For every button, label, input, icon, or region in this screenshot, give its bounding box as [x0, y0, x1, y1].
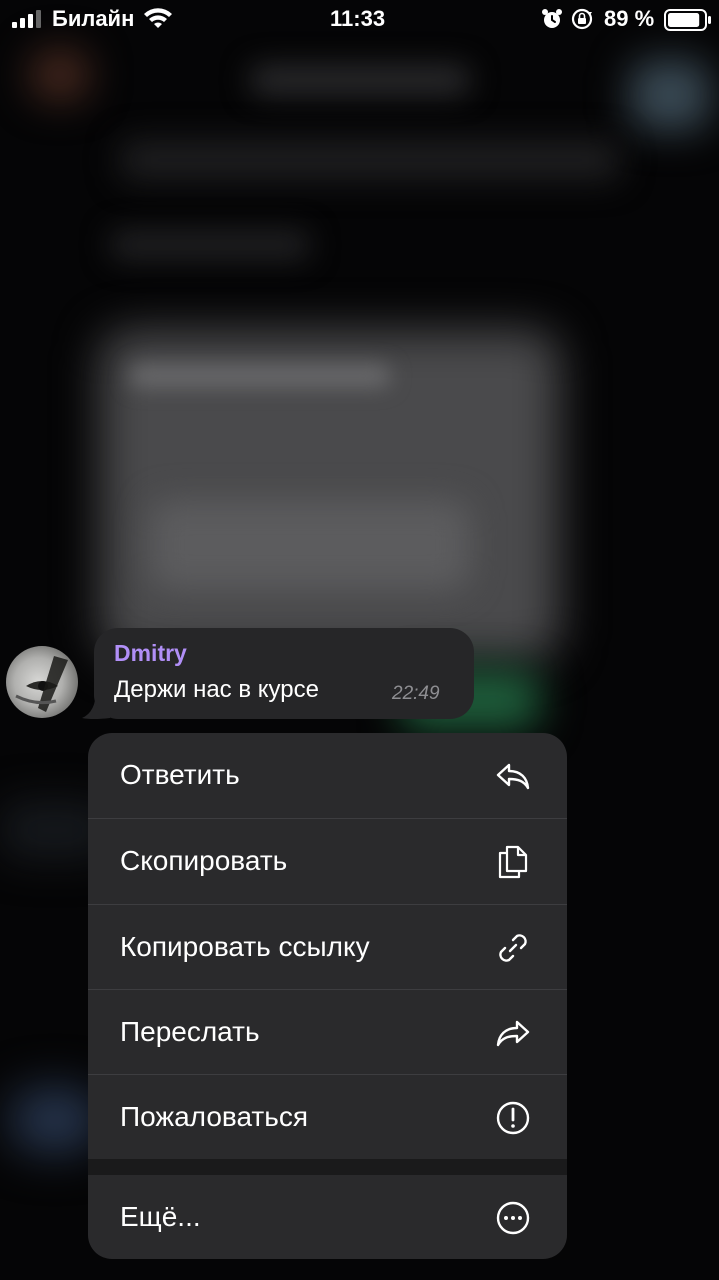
cellular-signal-icon: [12, 10, 41, 28]
forward-icon: [496, 1020, 530, 1047]
menu-item-copy[interactable]: Скопировать: [88, 819, 567, 904]
menu-item-label: Копировать ссылку: [120, 931, 370, 962]
alarm-icon: [542, 9, 562, 28]
message-text: Держи нас в курсе: [114, 676, 319, 703]
more-icon: [496, 1201, 530, 1235]
menu-item-label: Переслать: [120, 1016, 260, 1047]
menu-item-more[interactable]: Ещё...: [88, 1175, 567, 1259]
menu-item-reply[interactable]: Ответить: [88, 733, 567, 818]
status-bar: Билайн 11:33 89 %: [0, 0, 719, 40]
reply-icon: [496, 763, 530, 790]
menu-item-label: Ответить: [120, 759, 240, 790]
message-time: 22:49: [392, 683, 440, 704]
copy-icon: [498, 845, 528, 879]
message-context-menu: Ответить Скопировать Копировать ссылку П…: [88, 733, 567, 1259]
avatar-photo: [15, 656, 68, 712]
message-sender[interactable]: Dmitry: [114, 640, 187, 667]
link-icon: [499, 934, 527, 962]
report-icon: [496, 1101, 530, 1135]
status-time: 11:33: [330, 6, 386, 31]
menu-item-report[interactable]: Пожаловаться: [88, 1075, 567, 1160]
menu-item-copy-link[interactable]: Копировать ссылку: [88, 905, 567, 990]
menu-item-label: Пожаловаться: [120, 1101, 309, 1132]
battery-percent: 89 %: [604, 6, 655, 31]
carrier-name: Билайн: [52, 6, 135, 31]
battery-icon: [664, 9, 711, 31]
menu-group-gap: [88, 1159, 567, 1175]
menu-item-forward[interactable]: Переслать: [88, 990, 567, 1075]
wifi-icon: [144, 8, 172, 28]
menu-item-label: Ещё...: [120, 1201, 201, 1232]
orientation-lock-icon: [571, 8, 593, 30]
menu-item-label: Скопировать: [120, 845, 288, 876]
sender-avatar[interactable]: [6, 646, 78, 718]
